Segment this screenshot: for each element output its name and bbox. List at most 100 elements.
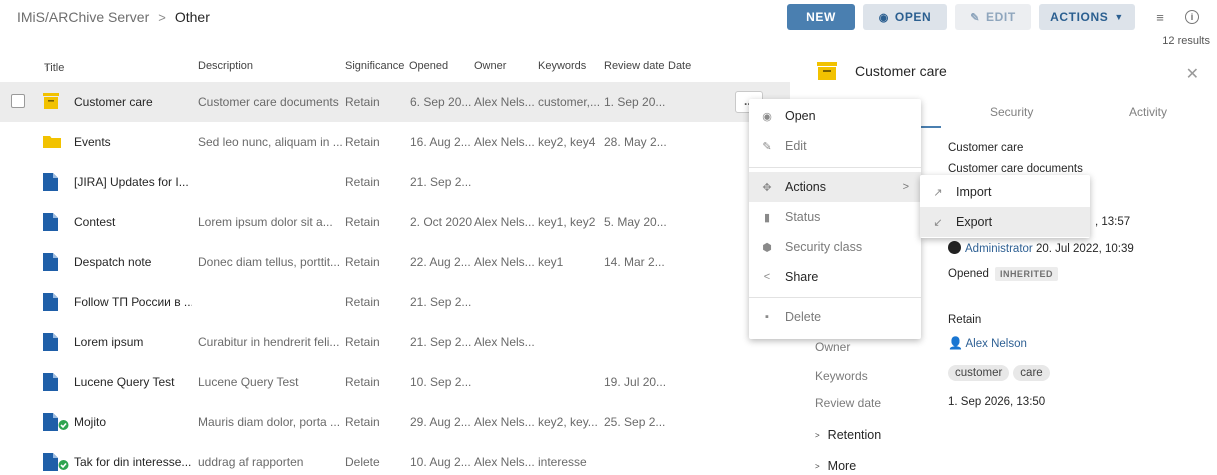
cell-significance: Retain: [345, 335, 380, 349]
tab-security[interactable]: Security: [990, 105, 1033, 119]
status-value: Opened INHERITED: [948, 267, 1058, 281]
menu-item-security-class-label: Security class: [785, 240, 863, 254]
cell-keywords: key2, key4: [538, 135, 596, 149]
menu-item-open[interactable]: ◉ Open: [749, 101, 921, 131]
cell-title[interactable]: Follow ТП России в ...: [74, 295, 192, 309]
table-row[interactable]: Lucene Query Test Lucene Query Test Retain…: [0, 362, 790, 402]
list-view-icon[interactable]: ≡: [1149, 10, 1171, 25]
cell-title[interactable]: Events: [74, 135, 192, 149]
status-badge: INHERITED: [994, 267, 1058, 281]
cell-title[interactable]: [JIRA] Updates for I...: [74, 175, 192, 189]
cell-keywords: key2, key...: [538, 415, 598, 429]
table-row[interactable]: Lorem ipsum Curabitur in hendrerit feli..…: [0, 322, 790, 362]
owner-link[interactable]: Alex Nelson: [966, 338, 1027, 350]
table-row[interactable]: Customer care Customer care documents Reta…: [0, 82, 790, 122]
document-check-icon: [43, 413, 69, 431]
cell-title[interactable]: Lorem ipsum: [74, 335, 192, 349]
actions-button[interactable]: ACTIONS ▼: [1039, 4, 1135, 30]
cell-significance: Retain: [345, 375, 380, 389]
cell-owner: Alex Nels...: [474, 415, 535, 429]
title-value: Customer care: [948, 142, 1024, 154]
created-by-link[interactable]: Administrator: [965, 243, 1033, 255]
column-description[interactable]: Description: [198, 60, 253, 72]
new-button[interactable]: NEW: [787, 4, 855, 30]
significance-value: Retain: [948, 314, 982, 326]
cell-title[interactable]: Tak for din interesse...: [74, 455, 192, 469]
table-header: Title ↑ Description Significance Opened …: [0, 58, 790, 76]
menu-divider: [749, 167, 921, 168]
menu-item-actions-label: Actions: [785, 180, 826, 194]
breadcrumb-current: Other: [174, 9, 210, 25]
column-review-date[interactable]: Review date: [604, 60, 665, 72]
column-opened[interactable]: Opened: [409, 60, 448, 72]
menu-item-edit[interactable]: ✎ Edit: [749, 131, 921, 161]
column-keywords[interactable]: Keywords: [538, 60, 586, 72]
toolbar: NEW ◉ OPEN ✎ EDIT ACTIONS ▼ ≡ i: [787, 4, 1199, 30]
close-icon[interactable]: ✕: [1186, 64, 1199, 84]
keyword-chip: care: [1013, 365, 1050, 381]
edit-button[interactable]: ✎ EDIT: [955, 4, 1031, 30]
description-value: Customer care documents: [948, 163, 1083, 175]
lock-icon: ▮: [763, 211, 771, 224]
cell-review: 14. Mar 2...: [604, 255, 665, 269]
menu-item-share[interactable]: < Share: [749, 262, 921, 292]
cell-significance: Retain: [345, 135, 380, 149]
document-icon: [43, 333, 59, 351]
column-date[interactable]: Date: [668, 60, 691, 72]
table-row[interactable]: Events Sed leo nunc, aliquam in ... Retain…: [0, 122, 790, 162]
menu-item-import[interactable]: ↗ Import: [920, 177, 1090, 207]
tab-activity[interactable]: Activity: [1129, 105, 1167, 119]
more-expander[interactable]: > More: [815, 459, 856, 473]
cell-title[interactable]: Despatch note: [74, 255, 192, 269]
document-icon: [43, 373, 59, 391]
cell-title[interactable]: Lucene Query Test: [74, 375, 192, 389]
breadcrumb: IMiS/ARChive Server > Other: [17, 9, 210, 25]
cell-review: 5. May 20...: [604, 215, 667, 229]
document-check-icon: [43, 453, 69, 471]
cell-review: 25. Sep 2...: [604, 415, 666, 429]
cell-opened: 29. Aug 2...: [410, 415, 471, 429]
menu-item-status[interactable]: ▮ Status: [749, 202, 921, 232]
row-checkbox[interactable]: [11, 94, 25, 108]
cell-review: 19. Jul 20...: [604, 375, 667, 389]
cell-title[interactable]: Mojito: [74, 415, 192, 429]
info-icon[interactable]: i: [1185, 10, 1199, 24]
user-icon: 👤: [948, 336, 963, 350]
status-text: Opened: [948, 268, 989, 280]
cell-opened: 6. Sep 20...: [410, 95, 472, 109]
menu-item-export[interactable]: ↙ Export: [920, 207, 1090, 237]
menu-item-import-label: Import: [956, 185, 992, 199]
menu-item-export-label: Export: [956, 215, 993, 229]
panel-header: Customer care: [817, 62, 947, 80]
table-row[interactable]: Despatch note Donec diam tellus, porttit.…: [0, 242, 790, 282]
panel-title: Customer care: [855, 63, 947, 79]
move-icon: ✥: [762, 181, 772, 194]
table-row[interactable]: [JIRA] Updates for I... Retain 21. Sep 2..…: [0, 162, 790, 202]
pencil-icon: ✎: [970, 11, 981, 24]
menu-item-delete-label: Delete: [785, 310, 822, 324]
breadcrumb-root[interactable]: IMiS/ARChive Server: [17, 9, 149, 25]
table-row[interactable]: Tak for din interesse... uddrag af rappor…: [0, 442, 790, 475]
cell-title[interactable]: Contest: [74, 215, 192, 229]
column-significance[interactable]: Significance: [345, 60, 404, 72]
menu-item-status-label: Status: [785, 210, 821, 224]
cell-keywords: key1: [538, 255, 564, 269]
breadcrumb-separator: >: [158, 9, 166, 25]
retention-expander[interactable]: > Retention: [815, 428, 881, 442]
table-row[interactable]: Follow ТП России в ... Retain 21. Sep 2...: [0, 282, 790, 322]
open-button[interactable]: ◉ OPEN: [863, 4, 947, 30]
cell-owner: Alex Nels...: [474, 335, 535, 349]
table-row[interactable]: Mojito Mauris diam dolor, porta ... Retain…: [0, 402, 790, 442]
cell-owner: Alex Nels...: [474, 215, 535, 229]
table-row[interactable]: Contest Lorem ipsum dolor sit a... Retain 2…: [0, 202, 790, 242]
cell-review: 28. May 2...: [604, 135, 667, 149]
pencil-icon: ✎: [762, 140, 772, 153]
cell-title[interactable]: Customer care: [74, 95, 192, 109]
cell-significance: Retain: [345, 255, 380, 269]
menu-item-actions[interactable]: ✥ Actions >: [749, 172, 921, 202]
column-owner[interactable]: Owner: [474, 60, 506, 72]
cell-opened: 22. Aug 2...: [410, 255, 471, 269]
menu-item-security-class[interactable]: ⬢ Security class: [749, 232, 921, 262]
actions-button-label: ACTIONS: [1050, 10, 1109, 24]
menu-item-delete[interactable]: ▪ Delete: [749, 302, 921, 332]
